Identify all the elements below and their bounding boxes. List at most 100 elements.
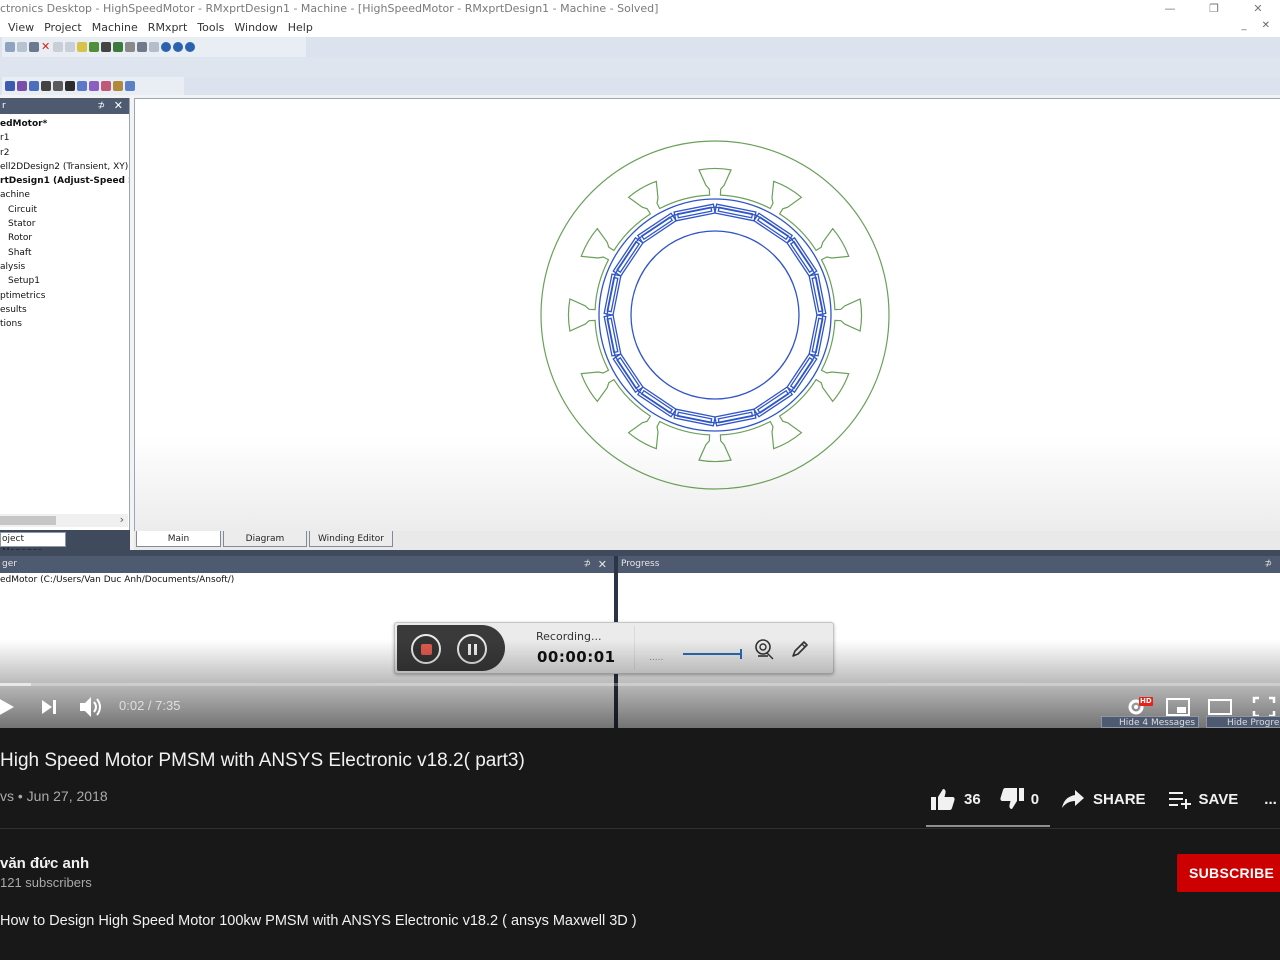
close-icon[interactable]: ✕ bbox=[1236, 0, 1280, 18]
tree-item[interactable]: r1 bbox=[0, 131, 129, 145]
tab-winding-editor[interactable]: Winding Editor bbox=[309, 531, 393, 547]
tree-item[interactable]: Circuit bbox=[0, 203, 129, 217]
time-display: 0:02 / 7:35 bbox=[119, 698, 181, 713]
table-icon[interactable] bbox=[149, 42, 159, 52]
coil-icon[interactable] bbox=[41, 81, 51, 91]
project-manager-header: r ⊅ ✕ bbox=[0, 98, 129, 114]
dislike-button[interactable]: 0 bbox=[999, 787, 1039, 811]
undo-icon[interactable] bbox=[53, 42, 63, 52]
menu-help[interactable]: Help bbox=[288, 21, 313, 34]
export-icon[interactable] bbox=[125, 81, 135, 91]
next-icon[interactable] bbox=[40, 692, 60, 722]
pin-icon[interactable]: ⊅ bbox=[97, 98, 105, 114]
menu-tools[interactable]: Tools bbox=[197, 21, 224, 34]
video-player[interactable]: ctronics Desktop - HighSpeedMotor - RMxp… bbox=[0, 0, 1280, 728]
magnet-outer bbox=[714, 408, 757, 427]
scroll-right-icon[interactable]: › bbox=[120, 513, 124, 526]
zoom-fit-icon[interactable] bbox=[161, 42, 171, 52]
tree-item[interactable]: ptimetrics bbox=[0, 289, 129, 303]
tree-item[interactable]: Setup1 bbox=[0, 274, 129, 288]
magnet-icon[interactable] bbox=[77, 81, 87, 91]
tree-item[interactable]: Stator bbox=[0, 217, 129, 231]
scrollbar-thumb[interactable] bbox=[0, 516, 56, 525]
winding-icon[interactable] bbox=[17, 81, 27, 91]
tree-item[interactable]: tions bbox=[0, 317, 129, 331]
rotor-outer-circle bbox=[598, 198, 832, 432]
delete-icon[interactable]: ✕ bbox=[41, 41, 51, 52]
pin-icon[interactable]: ⊅ bbox=[583, 556, 591, 573]
menu-window[interactable]: Window bbox=[234, 21, 277, 34]
tree-item[interactable]: achine bbox=[0, 188, 129, 202]
stop-record-button[interactable] bbox=[411, 634, 441, 664]
channel-name[interactable]: văn đức anh bbox=[0, 855, 89, 872]
validate-icon[interactable] bbox=[77, 42, 87, 52]
tree-item[interactable]: Rotor bbox=[0, 231, 129, 245]
tree-item[interactable]: ell2DDesign2 (Transient, XY) bbox=[0, 160, 129, 174]
hide-messages-button[interactable]: Hide 4 Messages bbox=[1101, 716, 1199, 728]
redo-icon[interactable] bbox=[65, 42, 75, 52]
tree-item[interactable]: rtDesign1 (Adjust-Speed Sy bbox=[0, 174, 129, 188]
menu-rmxprt[interactable]: RMxprt bbox=[148, 21, 187, 34]
audio-level-slider[interactable] bbox=[683, 649, 742, 659]
graph-icon[interactable] bbox=[113, 81, 123, 91]
more-actions-button[interactable]: ... bbox=[1264, 791, 1277, 808]
menu-view[interactable]: View bbox=[8, 21, 34, 34]
close-icon[interactable]: ✕ bbox=[598, 556, 607, 573]
field-icon[interactable] bbox=[101, 42, 111, 52]
close-icon[interactable]: ✕ bbox=[114, 98, 123, 114]
slot-icon[interactable] bbox=[29, 81, 39, 91]
results-icon[interactable] bbox=[125, 42, 135, 52]
volume-icon[interactable] bbox=[78, 692, 106, 722]
tree-item[interactable]: r2 bbox=[0, 146, 129, 160]
wave-icon[interactable] bbox=[101, 81, 111, 91]
zoom-out-icon[interactable] bbox=[173, 42, 183, 52]
tree-item[interactable]: esults bbox=[0, 303, 129, 317]
share-button[interactable]: SHARE bbox=[1061, 788, 1146, 810]
copy-icon[interactable] bbox=[5, 42, 15, 52]
subscribe-button[interactable]: SUBSCRIBE bbox=[1177, 854, 1280, 892]
zoom-in-icon[interactable] bbox=[185, 42, 195, 52]
tree-item[interactable]: Shaft bbox=[0, 246, 129, 260]
paste-icon[interactable] bbox=[17, 42, 27, 52]
stator-icon[interactable] bbox=[65, 81, 75, 91]
horizontal-scrollbar[interactable]: › bbox=[0, 513, 128, 527]
save-button[interactable]: SAVE bbox=[1168, 788, 1238, 810]
rotor-icon[interactable] bbox=[53, 81, 63, 91]
video-progress-bar[interactable] bbox=[0, 683, 1280, 686]
play-icon[interactable] bbox=[0, 692, 18, 722]
tab-main[interactable]: Main bbox=[136, 531, 221, 547]
tree-item[interactable]: edMotor* bbox=[0, 117, 129, 131]
magnet-outer bbox=[603, 273, 622, 316]
menu-project[interactable]: Project bbox=[44, 21, 82, 34]
curve-icon[interactable] bbox=[89, 81, 99, 91]
mdi-controls[interactable]: _ ✕ bbox=[1241, 20, 1276, 31]
webcam-icon[interactable] bbox=[753, 638, 775, 660]
restore-icon[interactable]: ❐ bbox=[1192, 0, 1236, 18]
stator-geometry bbox=[540, 140, 890, 490]
magnet-outer bbox=[714, 203, 757, 222]
minimize-icon[interactable]: — bbox=[1148, 0, 1192, 18]
tree-item[interactable]: alysis bbox=[0, 260, 129, 274]
like-button[interactable]: 36 bbox=[930, 787, 981, 811]
rotor-magnet bbox=[636, 386, 677, 418]
report-icon[interactable] bbox=[137, 42, 147, 52]
tab-diagram[interactable]: Diagram bbox=[223, 531, 307, 547]
print-icon[interactable] bbox=[29, 42, 39, 52]
message-manager-header: ger ⊅ ✕ bbox=[0, 556, 615, 573]
menu-machine[interactable]: Machine bbox=[92, 21, 138, 34]
design-canvas[interactable] bbox=[134, 98, 1280, 531]
window-titlebar: ctronics Desktop - HighSpeedMotor - RMxp… bbox=[0, 0, 1280, 18]
thumbs-down-icon bbox=[1000, 788, 1024, 809]
tab-project-manager[interactable]: oject Manager bbox=[0, 532, 66, 557]
setup-icon[interactable] bbox=[113, 42, 123, 52]
rotor-magnet bbox=[673, 408, 716, 427]
hide-progress-button[interactable]: Hide Progre bbox=[1206, 716, 1280, 728]
machine-icon[interactable] bbox=[5, 81, 15, 91]
project-manager-panel: r ⊅ ✕ edMotor* r1 r2 ell2DDesign2 (Trans… bbox=[0, 98, 130, 550]
message-line[interactable]: edMotor (C:/Users/Van Duc Anh/Documents/… bbox=[0, 573, 614, 585]
pin-icon[interactable]: ⊅ bbox=[1264, 556, 1272, 573]
rotor-magnet bbox=[714, 408, 757, 427]
pause-record-button[interactable] bbox=[457, 634, 487, 664]
analyze-icon[interactable] bbox=[89, 42, 99, 52]
draw-pen-icon[interactable] bbox=[789, 638, 811, 660]
